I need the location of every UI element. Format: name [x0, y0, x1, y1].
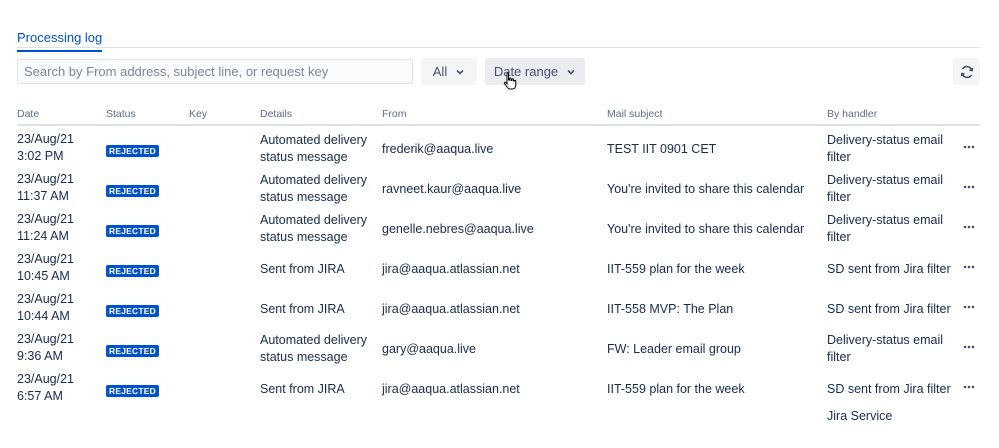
status-badge: REJECTED: [106, 262, 159, 279]
more-actions-icon[interactable]: [962, 220, 976, 234]
row-handler: Delivery-status email filter: [827, 213, 944, 244]
row-details: Sent from JIRA: [260, 302, 345, 316]
row-details: Automated delivery status message: [260, 133, 368, 164]
row-from: frederik@aaqua.live: [382, 142, 494, 156]
more-actions-icon[interactable]: [962, 340, 976, 354]
date-range-button[interactable]: Date range: [485, 58, 585, 85]
table-row: 23/Aug/21 11:37 AM REJECTED Automated de…: [17, 168, 980, 208]
row-from: ravneet.kaur@aaqua.live: [382, 182, 522, 196]
status-badge: REJECTED: [106, 222, 159, 239]
header-from[interactable]: From: [382, 108, 407, 120]
row-date: 23/Aug/21 11:37 AM: [17, 172, 74, 203]
row-details: Automated delivery status message: [260, 333, 368, 364]
row-handler: SD sent from Jira filter: [827, 382, 951, 396]
row-handler: Delivery-status email filter: [827, 333, 944, 364]
row-date: 23/Aug/21 6:57 AM: [17, 372, 74, 403]
row-handler: SD sent from Jira filter: [827, 262, 951, 276]
table-row: 23/Aug/21 10:45 AM REJECTED Sent from JI…: [17, 248, 980, 288]
row-details: Automated delivery status message: [260, 173, 368, 204]
table-row: 23/Aug/21 9:36 AM REJECTED Automated del…: [17, 328, 980, 368]
row-date: 23/Aug/21 11:24 AM: [17, 212, 74, 243]
chevron-down-icon: [456, 69, 464, 75]
search-input[interactable]: [17, 59, 413, 84]
hand-pointer-cursor: [503, 72, 517, 90]
row-details: Sent from JIRA: [260, 262, 345, 276]
header-key[interactable]: Key: [189, 108, 207, 120]
refresh-button[interactable]: [953, 58, 980, 85]
chevron-down-icon: [567, 69, 575, 75]
status-badge: REJECTED: [106, 382, 159, 399]
row-details: Sent from JIRA: [260, 382, 345, 396]
row-handler: Jira Service: [827, 409, 893, 423]
row-subject: You're invited to share this calendar: [607, 222, 805, 236]
row-subject: IIT-559 plan for the week: [607, 382, 745, 396]
status-badge: REJECTED: [106, 142, 159, 159]
table-row: 23/Aug/21 6:57 AM REJECTED Sent from JIR…: [17, 368, 980, 408]
row-from: jira@aaqua.atlassian.net: [382, 382, 520, 396]
tabs-bar: Processing log: [0, 0, 999, 52]
status-badge: REJECTED: [106, 182, 159, 199]
table-row-partial: Jira Service: [17, 408, 980, 448]
table-row: 23/Aug/21 11:24 AM REJECTED Automated de…: [17, 208, 980, 248]
status-badge: REJECTED: [106, 302, 159, 319]
more-actions-icon[interactable]: [962, 380, 976, 394]
row-date: 23/Aug/21 10:44 AM: [17, 292, 74, 323]
row-from: jira@aaqua.atlassian.net: [382, 302, 520, 316]
row-from: genelle.nebres@aaqua.live: [382, 222, 534, 236]
row-subject: FW: Leader email group: [607, 342, 741, 356]
more-actions-icon[interactable]: [962, 300, 976, 314]
table-header: Date Status Key Details From Mail subjec…: [17, 100, 980, 126]
table-row: 23/Aug/21 10:44 AM REJECTED Sent from JI…: [17, 288, 980, 328]
tabs-divider: [17, 47, 980, 48]
header-mail-subject[interactable]: Mail subject: [607, 108, 662, 120]
status-badge: REJECTED: [106, 342, 159, 359]
header-date[interactable]: Date: [17, 108, 39, 120]
header-details[interactable]: Details: [260, 108, 292, 120]
row-handler: Delivery-status email filter: [827, 173, 944, 204]
row-details: Automated delivery status message: [260, 213, 368, 244]
row-subject: You're invited to share this calendar: [607, 182, 805, 196]
tab-processing-log[interactable]: Processing log: [17, 30, 103, 52]
more-actions-icon[interactable]: [962, 140, 976, 154]
row-subject: IIT-559 plan for the week: [607, 262, 745, 276]
more-actions-icon[interactable]: [962, 180, 976, 194]
row-date: 23/Aug/21 3:02 PM: [17, 132, 74, 163]
row-handler: SD sent from Jira filter: [827, 302, 951, 316]
more-actions-icon[interactable]: [962, 260, 976, 274]
header-by-handler[interactable]: By handler: [827, 108, 877, 120]
row-from: gary@aaqua.live: [382, 342, 476, 356]
header-status[interactable]: Status: [106, 108, 136, 120]
row-from: jira@aaqua.atlassian.net: [382, 262, 520, 276]
row-subject: IIT-558 MVP: The Plan: [607, 302, 734, 316]
row-date: 23/Aug/21 10:45 AM: [17, 252, 74, 283]
status-filter-button[interactable]: All: [421, 58, 477, 85]
row-subject: TEST IIT 0901 CET: [607, 142, 717, 156]
row-date: 23/Aug/21 9:36 AM: [17, 332, 74, 363]
table-row: 23/Aug/21 3:02 PM REJECTED Automated del…: [17, 128, 980, 168]
status-filter-label: All: [432, 64, 448, 79]
refresh-icon: [960, 65, 973, 78]
row-handler: Delivery-status email filter: [827, 133, 944, 164]
